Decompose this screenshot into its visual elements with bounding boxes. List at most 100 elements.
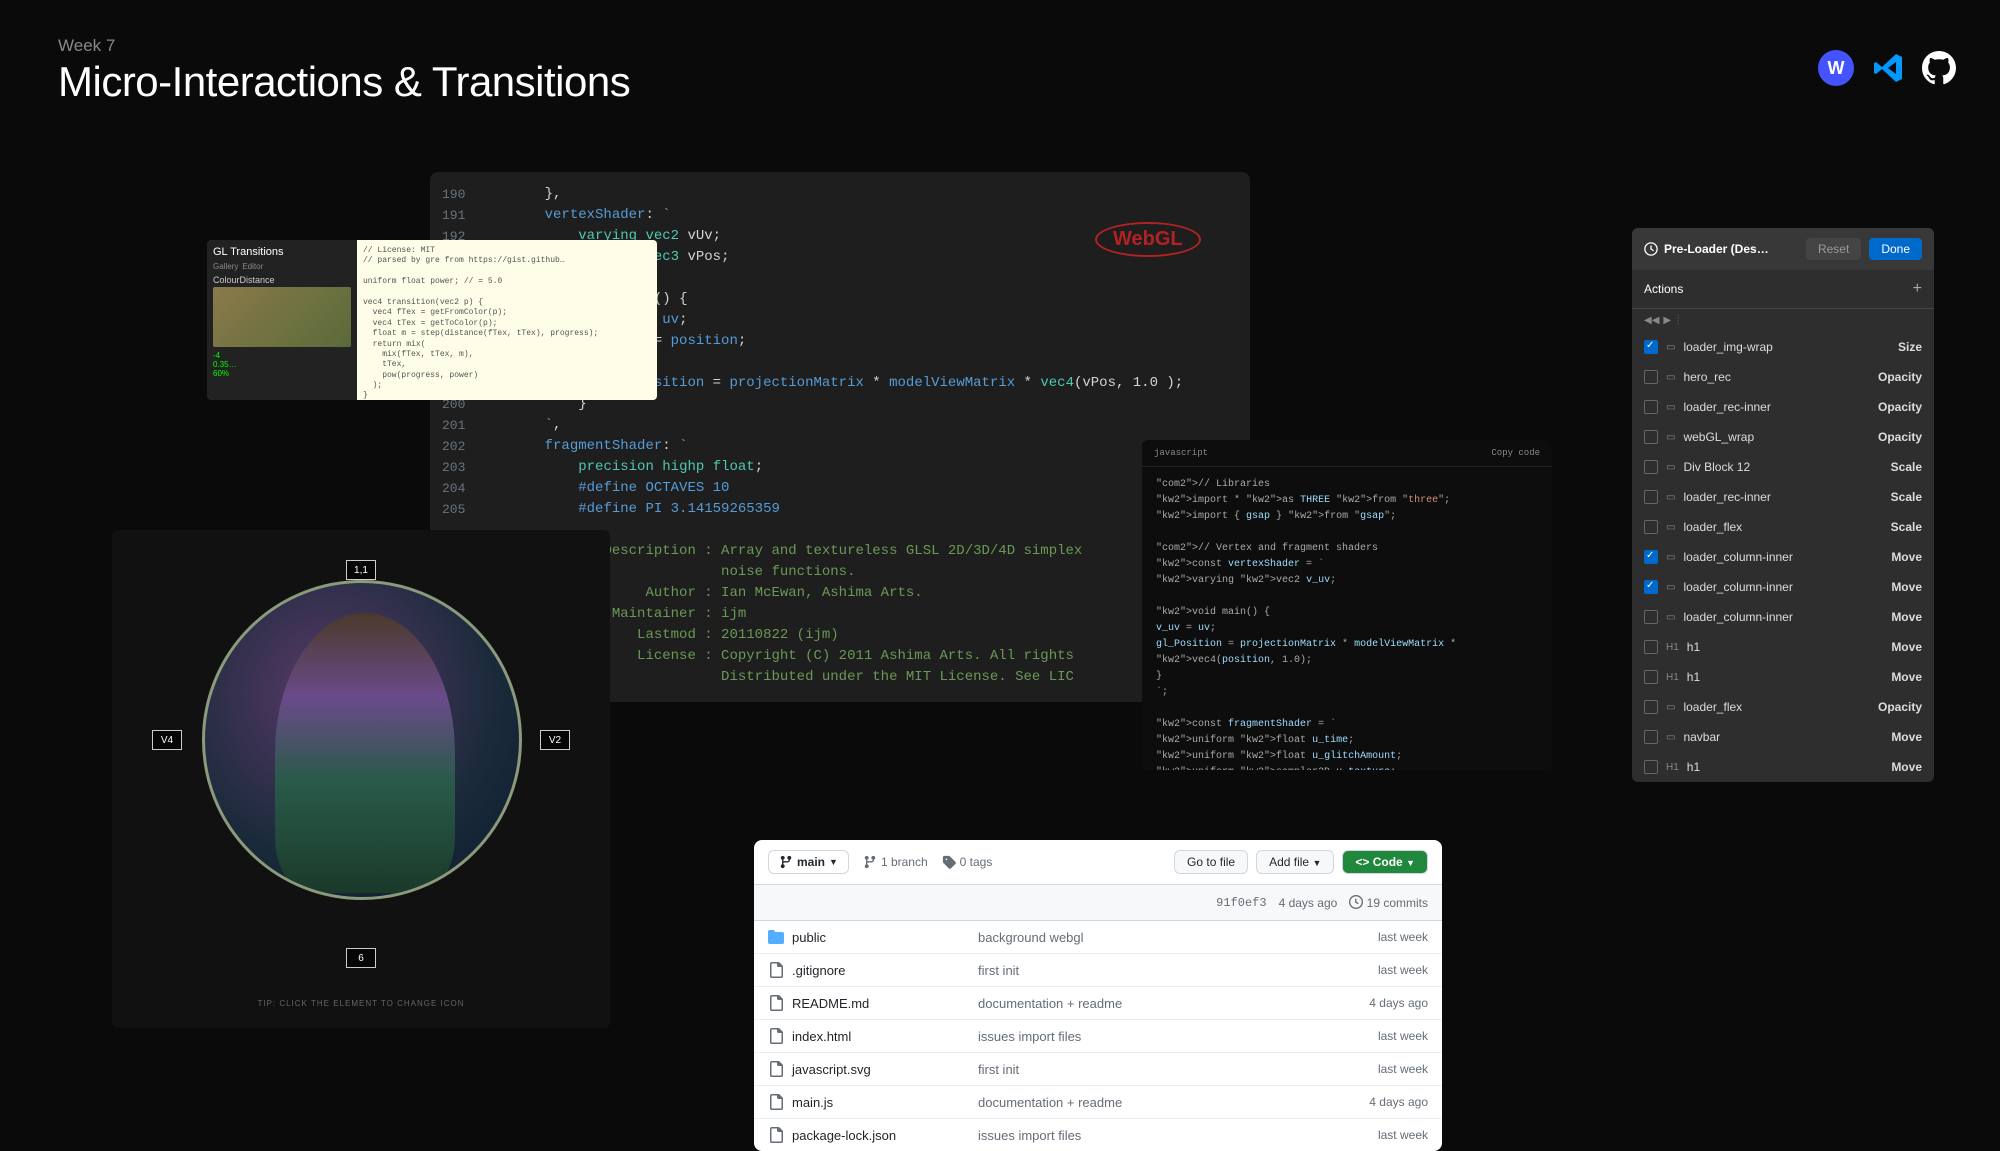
layer-name: loader_column-inner <box>1683 610 1792 624</box>
webgl-logo: WebGL <box>1095 222 1201 257</box>
action-row[interactable]: ▭loader_column-innerMove <box>1632 602 1934 632</box>
action-checkbox[interactable] <box>1644 700 1658 714</box>
action-row[interactable]: ▭loader_flexOpacity <box>1632 692 1934 722</box>
action-checkbox[interactable] <box>1644 670 1658 684</box>
commit-message[interactable]: documentation + readme <box>978 996 1369 1011</box>
action-checkbox[interactable] <box>1644 430 1658 444</box>
action-row[interactable]: H1h1Move <box>1632 632 1934 662</box>
panel-title: Pre-Loader (Des… <box>1664 242 1769 256</box>
header-icons: W <box>1818 50 1956 86</box>
action-checkbox[interactable] <box>1644 580 1658 594</box>
action-type: Scale <box>1891 520 1922 534</box>
action-row[interactable]: ▭hero_recOpacity <box>1632 362 1934 392</box>
action-checkbox[interactable] <box>1644 640 1658 654</box>
tags-count[interactable]: 0 tags <box>942 855 993 869</box>
file-name[interactable]: index.html <box>768 1028 978 1044</box>
div-icon: ▭ <box>1666 582 1675 593</box>
action-checkbox[interactable] <box>1644 520 1658 534</box>
webflow-interactions-panel: Pre-Loader (Des… Reset Done Actions + ◀◀… <box>1632 228 1934 782</box>
file-name[interactable]: javascript.svg <box>768 1061 978 1077</box>
reset-button[interactable]: Reset <box>1806 238 1861 260</box>
add-action-button[interactable]: + <box>1913 280 1922 298</box>
action-type: Scale <box>1891 460 1922 474</box>
action-row[interactable]: ▭loader_column-innerMove <box>1632 542 1934 572</box>
gltransitions-code[interactable]: // License: MIT // parsed by gre from ht… <box>357 240 657 400</box>
commit-message[interactable]: documentation + readme <box>978 1095 1369 1110</box>
actions-header: Actions + <box>1632 270 1934 309</box>
layer-name: loader_rec-inner <box>1683 400 1770 414</box>
commit-message[interactable]: issues import files <box>978 1029 1378 1044</box>
js-code-body[interactable]: "com2">// Libraries"kw2">import * "kw2">… <box>1142 467 1552 770</box>
commit-bar: 91f0ef3 4 days ago 19 commits <box>754 885 1442 921</box>
action-row[interactable]: ▭loader_column-innerMove <box>1632 572 1934 602</box>
copy-code-button[interactable]: Copy code <box>1491 448 1540 458</box>
layer-name: webGL_wrap <box>1683 430 1754 444</box>
code-button[interactable]: <> Code ▼ <box>1342 850 1428 874</box>
action-checkbox[interactable] <box>1644 550 1658 564</box>
table-row[interactable]: main.jsdocumentation + readme4 days ago <box>754 1086 1442 1119</box>
handle-left[interactable]: V4 <box>152 730 182 750</box>
file-name[interactable]: public <box>768 929 978 945</box>
action-checkbox[interactable] <box>1644 460 1658 474</box>
commit-count[interactable]: 19 commits <box>1349 895 1428 910</box>
table-row[interactable]: index.htmlissues import fileslast week <box>754 1020 1442 1053</box>
branch-selector[interactable]: main ▼ <box>768 850 849 874</box>
portrait-image[interactable] <box>202 580 522 900</box>
layer-name: loader_flex <box>1683 700 1742 714</box>
play-icon[interactable]: ▶ <box>1663 315 1671 326</box>
preview-value-2: 0.35… <box>213 360 351 369</box>
action-row[interactable]: ▭navbarMove <box>1632 722 1934 752</box>
action-checkbox[interactable] <box>1644 760 1658 774</box>
commit-sha[interactable]: 91f0ef3 <box>1216 896 1266 910</box>
layer-name: h1 <box>1687 670 1700 684</box>
github-file-panel: main ▼ 1 branch 0 tags Go to file Add fi… <box>754 840 1442 1151</box>
week-label: Week 7 <box>58 36 630 56</box>
file-list: publicbackground webgllast week.gitignor… <box>754 921 1442 1151</box>
action-checkbox[interactable] <box>1644 730 1658 744</box>
table-row[interactable]: javascript.svgfirst initlast week <box>754 1053 1442 1086</box>
file-name[interactable]: .gitignore <box>768 962 978 978</box>
action-checkbox[interactable] <box>1644 370 1658 384</box>
action-checkbox[interactable] <box>1644 400 1658 414</box>
action-row[interactable]: ▭loader_rec-innerOpacity <box>1632 392 1934 422</box>
action-checkbox[interactable] <box>1644 340 1658 354</box>
table-row[interactable]: .gitignorefirst initlast week <box>754 954 1442 987</box>
table-row[interactable]: publicbackground webgllast week <box>754 921 1442 954</box>
action-row[interactable]: ▭Div Block 12Scale <box>1632 452 1934 482</box>
branches-count[interactable]: 1 branch <box>863 855 928 869</box>
action-row[interactable]: H1h1Move <box>1632 752 1934 782</box>
handle-top[interactable]: 1,1 <box>346 560 376 580</box>
action-row[interactable]: ▭loader_flexScale <box>1632 512 1934 542</box>
go-to-file-button[interactable]: Go to file <box>1174 850 1248 874</box>
table-row[interactable]: package-lock.jsonissues import fileslast… <box>754 1119 1442 1151</box>
commit-time: 4 days ago <box>1279 896 1338 910</box>
file-name[interactable]: README.md <box>768 995 978 1011</box>
layer-name: loader_flex <box>1683 520 1742 534</box>
action-row[interactable]: ▭loader_img-wrapSize <box>1632 332 1934 362</box>
action-row[interactable]: ▭webGL_wrapOpacity <box>1632 422 1934 452</box>
action-checkbox[interactable] <box>1644 610 1658 624</box>
preview-thumbnail[interactable] <box>213 287 351 347</box>
vscode-icon[interactable] <box>1872 52 1904 84</box>
table-row[interactable]: README.mddocumentation + readme4 days ag… <box>754 987 1442 1020</box>
layer-name: Div Block 12 <box>1683 460 1750 474</box>
action-checkbox[interactable] <box>1644 490 1658 504</box>
rewind-icon[interactable]: ◀◀ <box>1644 315 1659 326</box>
github-icon[interactable] <box>1922 51 1956 85</box>
commit-message[interactable]: first init <box>978 1062 1378 1077</box>
file-name[interactable]: main.js <box>768 1094 978 1110</box>
handle-right[interactable]: V2 <box>540 730 570 750</box>
commit-message[interactable]: issues import files <box>978 1128 1378 1143</box>
tab-gallery[interactable]: Gallery <box>213 262 238 271</box>
add-file-button[interactable]: Add file ▼ <box>1256 850 1334 874</box>
heading-icon: H1 <box>1666 642 1679 653</box>
commit-message[interactable]: first init <box>978 963 1378 978</box>
action-row[interactable]: H1h1Move <box>1632 662 1934 692</box>
action-row[interactable]: ▭loader_rec-innerScale <box>1632 482 1934 512</box>
gltransitions-title: GL Transitions <box>213 246 351 258</box>
done-button[interactable]: Done <box>1869 238 1922 260</box>
webflow-icon[interactable]: W <box>1818 50 1854 86</box>
handle-bottom[interactable]: 6 <box>346 948 376 968</box>
commit-message[interactable]: background webgl <box>978 930 1378 945</box>
tab-editor[interactable]: Editor <box>242 262 263 271</box>
